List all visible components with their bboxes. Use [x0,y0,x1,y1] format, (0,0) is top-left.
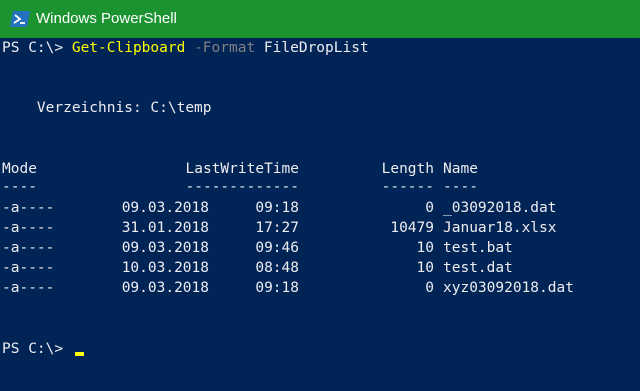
row-mode: -a---- [2,220,55,236]
text-cursor [75,352,84,356]
row-time: 09:18 [255,280,299,296]
row-mode: -a---- [2,260,55,276]
row-time: 09:18 [255,200,299,216]
row-length: 10479 [390,220,434,236]
powershell-window: Windows PowerShell PS C:\> Get-Clipboard… [0,0,640,391]
underline-lastwritetime: ------------- [185,179,300,195]
row-date: 09.03.2018 [121,200,209,216]
parameter-value: FileDropList [255,40,369,56]
underline-name: ---- [443,179,478,195]
prompt: PS C:\> [2,40,72,56]
parameter-name: -Format [185,40,256,56]
row-name: xyz03092018.dat [443,280,574,296]
row-name: test.dat [443,260,513,276]
powershell-icon [10,10,30,28]
header-lastwritetime: LastWriteTime [185,161,300,177]
command-name: Get-Clipboard [71,40,186,56]
row-name: test.bat [443,240,513,256]
header-mode: Mode [2,161,37,177]
row-length: 10 [416,260,434,276]
directory-label: Verzeichnis: C:\temp [2,100,212,116]
underline-mode: ---- [2,179,37,195]
prompt-line: PS C:\> [2,341,72,357]
row-name: _03092018.dat [443,200,557,216]
row-length: 0 [425,200,434,216]
row-time: 09:46 [255,240,299,256]
row-date: 10.03.2018 [121,260,209,276]
row-date: 31.01.2018 [121,220,209,236]
command-line: PS C:\> Get-Clipboard -Format FileDropLi… [2,38,369,58]
row-time: 08:48 [255,260,299,276]
title-bar[interactable]: Windows PowerShell [0,0,640,38]
row-time: 17:27 [255,220,299,236]
console-area[interactable]: PS C:\> Get-Clipboard -Format FileDropLi… [0,38,640,391]
row-name: Januar18.xlsx [443,220,557,236]
row-date: 09.03.2018 [121,280,209,296]
header-name: Name [443,161,478,177]
header-length: Length [381,161,434,177]
row-mode: -a---- [2,200,55,216]
row-length: 10 [416,240,434,256]
row-length: 0 [425,280,434,296]
underline-length: ------ [381,179,434,195]
window-title: Windows PowerShell [36,10,177,27]
row-date: 09.03.2018 [121,240,209,256]
row-mode: -a---- [2,280,55,296]
row-mode: -a---- [2,240,55,256]
